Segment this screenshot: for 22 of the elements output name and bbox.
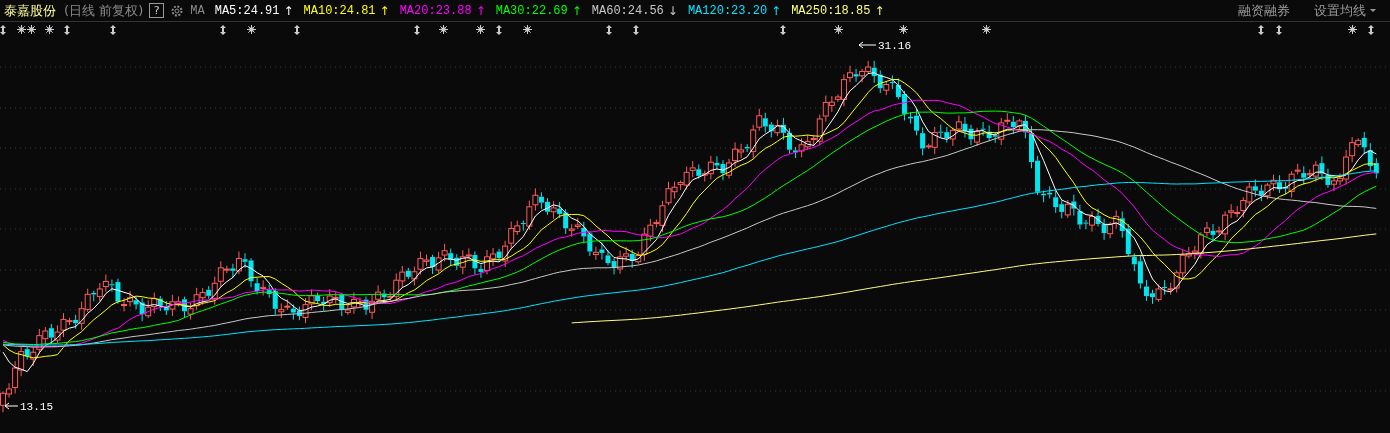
help-button[interactable]: ? xyxy=(149,3,165,18)
toolbar-button[interactable]: 融资融券 xyxy=(1238,0,1290,21)
high-price-label: 31.16 xyxy=(878,40,911,52)
moving-average-value: MA10:24.81 xyxy=(303,2,376,20)
moving-average-value: MA250:18.85 xyxy=(791,2,871,20)
ma-label: MA xyxy=(190,2,205,20)
period-label: (日线 前复权) xyxy=(64,1,144,20)
trend-arrow: ↑ xyxy=(571,2,582,20)
trend-arrow: ↑ xyxy=(283,2,294,20)
moving-average-value: MA60:24.56 xyxy=(591,2,664,20)
moving-average-value: MA5:24.91 xyxy=(214,2,280,20)
trend-arrow: ↑ xyxy=(475,2,486,20)
moving-average-value: MA120:23.20 xyxy=(687,2,768,20)
low-price-label: 13.15 xyxy=(20,401,53,413)
trend-arrow: ↑ xyxy=(379,2,390,20)
moving-average-value: MA30:22.69 xyxy=(495,2,568,20)
moving-average-value: MA20:23.88 xyxy=(399,2,472,20)
dropdown-button[interactable]: 设置均线 xyxy=(1314,0,1376,21)
trend-arrow: ↑ xyxy=(771,2,782,20)
stock-name: 泰嘉股份 xyxy=(4,1,56,20)
trend-arrow: ↓ xyxy=(667,2,678,20)
trend-arrow: ↑ xyxy=(874,2,885,20)
